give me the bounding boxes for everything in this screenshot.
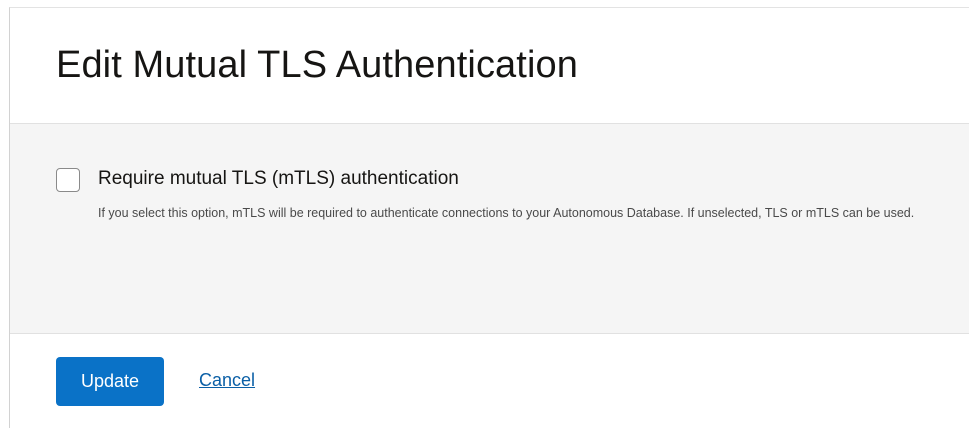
- edit-mtls-dialog: Edit Mutual TLS Authentication Require m…: [9, 7, 969, 429]
- require-mtls-help-text: If you select this option, mTLS will be …: [98, 206, 915, 220]
- update-button[interactable]: Update: [56, 357, 164, 406]
- require-mtls-checkbox[interactable]: [56, 168, 80, 192]
- dialog-body: Require mutual TLS (mTLS) authentication…: [10, 124, 969, 334]
- require-mtls-label[interactable]: Require mutual TLS (mTLS) authentication: [98, 168, 459, 190]
- dialog-header: Edit Mutual TLS Authentication: [10, 8, 969, 124]
- cancel-link[interactable]: Cancel: [199, 370, 255, 391]
- dialog-footer: Update Cancel: [10, 334, 969, 429]
- dialog-title: Edit Mutual TLS Authentication: [56, 44, 578, 86]
